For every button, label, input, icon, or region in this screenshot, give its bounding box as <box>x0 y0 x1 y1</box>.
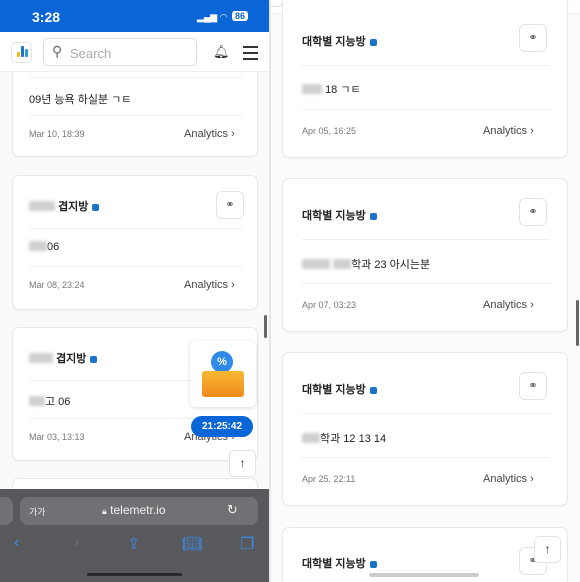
bell-icon[interactable]: 🔔︎ <box>213 44 230 60</box>
right-screenshot: 대학별 지능방 ⚭ 18 ㄱㅌ Apr 05, 16:25 Analytics … <box>271 0 580 582</box>
promo-timer: 21:25:42 <box>191 416 253 437</box>
analytics-link[interactable]: Analytics › <box>184 128 235 140</box>
scroll-top-button[interactable]: ↑ <box>229 450 256 477</box>
bot-icon <box>369 561 377 568</box>
link-button[interactable]: ⚭ <box>519 372 547 400</box>
post-text: 학과 23 아시는분 <box>302 256 430 272</box>
post-card: 대학별 지능방 ⚭ 학과 23 아시는분 Apr 07, 03:23 Analy… <box>282 178 568 332</box>
lock-icon: 🔒︎ <box>102 506 107 516</box>
channel-title: 겹지방 <box>29 198 100 214</box>
search-input[interactable]: ⚲ Search <box>43 38 197 66</box>
previous-tab[interactable] <box>0 497 13 525</box>
bot-icon <box>369 39 377 46</box>
analytics-link[interactable]: Analytics › <box>483 299 534 311</box>
post-date: Mar 08, 23:24 <box>29 280 85 290</box>
bot-icon <box>369 213 377 220</box>
channel-title: 대학별 지능방 <box>302 555 377 571</box>
tabs-icon[interactable]: ❐ <box>240 534 254 554</box>
post-text: 18 ㄱㅌ <box>302 81 361 97</box>
back-icon[interactable]: ‹ <box>14 534 19 552</box>
forward-icon[interactable]: › <box>74 534 79 552</box>
address-bar[interactable]: 가가 🔒︎ telemetr.io ↻ <box>20 497 258 525</box>
battery-icon: 86 <box>232 11 249 21</box>
link-button[interactable]: ⚭ <box>519 24 547 52</box>
channel-title: 겹지방 <box>29 350 98 366</box>
left-screenshot: 09년 능욕 하실분 ㄱㅌ Mar 10, 18:39 Analytics › … <box>0 0 269 582</box>
home-indicator <box>87 573 182 576</box>
post-text: 고 06 <box>29 393 70 409</box>
post-card: 겹지방 ⚭ 06 Mar 08, 23:24 Analytics › <box>12 175 258 310</box>
bot-icon <box>92 204 100 211</box>
post-text: 06 <box>29 241 59 253</box>
scrollbar[interactable] <box>264 315 267 338</box>
link-button[interactable]: ⚭ <box>216 191 244 219</box>
analytics-link[interactable]: Analytics › <box>483 125 534 137</box>
percent-icon: % <box>211 351 233 373</box>
channel-title: 대학별 지능방 <box>302 33 377 49</box>
post-date: Mar 10, 18:39 <box>29 129 85 139</box>
signal-wifi-icon: ▂▄▆ ◠ <box>197 12 228 22</box>
scroll-top-button[interactable]: ↑ <box>534 536 561 563</box>
post-card: 대학별 지능방 ⚭ 학과 12 13 14 Apr 25, 22:11 Anal… <box>282 352 568 506</box>
post-date: Apr 07, 03:23 <box>302 300 357 310</box>
post-text: 학과 12 13 14 <box>302 430 386 446</box>
post-date: Apr 25, 22:11 <box>302 474 356 484</box>
bookmarks-icon[interactable]: 📖︎ <box>182 534 202 554</box>
share-icon[interactable]: ⇪ <box>127 534 140 554</box>
channel-title: 대학별 지능방 <box>302 207 377 223</box>
analytics-link[interactable]: Analytics › <box>483 473 534 485</box>
home-indicator <box>369 573 479 577</box>
post-card: 대학별 지능방 ⚭ <box>282 527 568 582</box>
clock: 3:28 <box>32 9 61 25</box>
box-icon <box>202 371 244 397</box>
post-card: 대학별 지능방 ⚭ 18 ㄱㅌ Apr 05, 16:25 Analytics … <box>282 0 568 158</box>
post-date: Mar 03, 13:13 <box>29 432 85 442</box>
bot-icon <box>369 387 377 394</box>
post-text: 09년 능욕 하실분 ㄱㅌ <box>29 94 132 106</box>
text-size-button[interactable]: 가가 <box>29 505 46 518</box>
status-bar: 3:28 ▂▄▆ ◠ 86 <box>0 0 269 32</box>
url-text: 🔒︎ telemetr.io <box>102 503 166 517</box>
reload-icon[interactable]: ↻ <box>227 502 238 518</box>
telemetr-logo[interactable] <box>11 42 32 63</box>
search-icon: ⚲ <box>52 43 63 59</box>
link-button[interactable]: ⚭ <box>519 198 547 226</box>
promo-gift-box[interactable]: % <box>190 341 256 407</box>
bot-icon <box>90 356 98 363</box>
analytics-link[interactable]: Analytics › <box>184 279 235 291</box>
channel-title: 대학별 지능방 <box>302 381 377 397</box>
scrollbar[interactable] <box>576 300 579 346</box>
post-date: Apr 05, 16:25 <box>302 126 357 136</box>
menu-icon[interactable] <box>243 46 258 64</box>
